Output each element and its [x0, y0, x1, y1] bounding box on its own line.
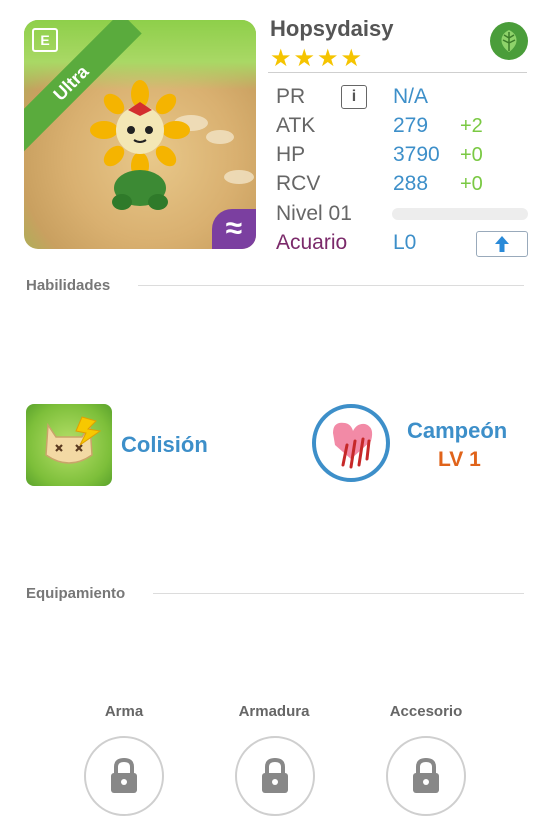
stone-decoration — [224, 170, 254, 184]
arrow-up-icon — [495, 236, 509, 252]
level-progress-bar — [392, 208, 528, 220]
level-label: Nivel 01 — [276, 202, 352, 225]
champion-skill-icon[interactable] — [312, 404, 390, 482]
header-divider — [268, 72, 527, 73]
upgrade-button[interactable] — [476, 231, 528, 257]
monster-name: Hopsydaisy — [270, 16, 394, 41]
equip-label-armadura: Armadura — [238, 703, 310, 720]
document-icon[interactable]: E — [32, 28, 58, 52]
atk-bonus: +2 — [460, 115, 483, 137]
equip-label-arma: Arma — [104, 703, 144, 720]
monster-sprite — [90, 80, 190, 210]
rcv-value: 288 — [393, 172, 429, 195]
collision-skill-icon[interactable] — [26, 404, 112, 486]
zodiac-label: Acuario — [276, 231, 348, 254]
atk-value: 279 — [393, 114, 429, 137]
skills-divider — [138, 285, 524, 286]
atk-label: ATK — [276, 114, 316, 137]
skills-section-title: Habilidades — [26, 277, 111, 294]
equipment-section-title: Equipamiento — [26, 585, 126, 602]
hp-label: HP — [276, 143, 306, 166]
aquarius-icon: ≈ — [212, 209, 256, 249]
rcv-bonus: +0 — [460, 173, 483, 195]
equipment-divider — [153, 593, 524, 594]
pr-value: N/A — [393, 85, 429, 108]
skill-name-campeon: Campeón — [407, 418, 508, 443]
info-icon[interactable]: i — [341, 85, 367, 109]
equip-slot-armadura[interactable] — [235, 736, 315, 816]
lock-icon — [111, 757, 137, 793]
hp-bonus: +0 — [460, 144, 483, 166]
skill-level-campeon: LV 1 — [438, 448, 481, 471]
equip-slot-accesorio[interactable] — [386, 736, 466, 816]
lock-icon — [262, 757, 288, 793]
zodiac-level: L0 — [393, 231, 417, 254]
rcv-label: RCV — [276, 172, 321, 195]
skill-name-colision: Colisión — [121, 432, 208, 457]
equip-label-accesorio: Accesorio — [389, 703, 463, 720]
pr-label: PR — [276, 85, 306, 108]
stone-decoration — [206, 130, 234, 144]
hp-value: 3790 — [393, 143, 440, 166]
lock-icon — [413, 757, 439, 793]
monster-portrait[interactable]: Ultra E ≈ — [24, 20, 256, 249]
rarity-stars: ★★★★ — [270, 45, 365, 72]
leaf-icon — [490, 22, 528, 60]
equip-slot-arma[interactable] — [84, 736, 164, 816]
